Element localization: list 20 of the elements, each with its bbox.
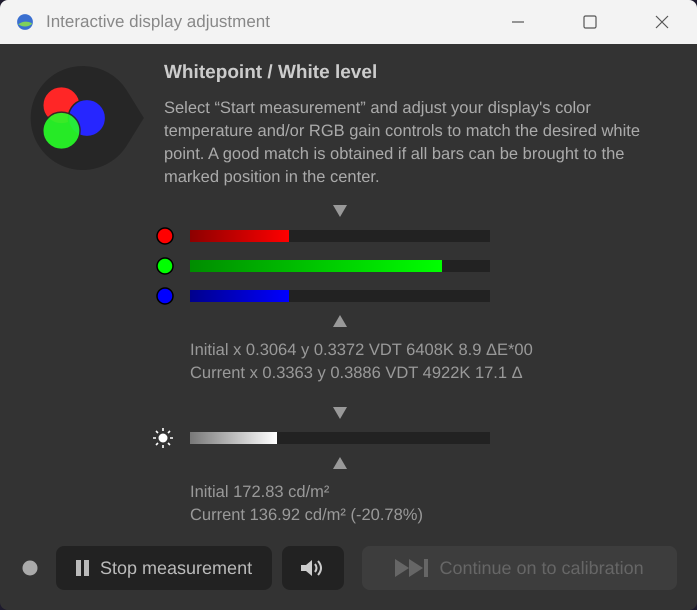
target-marker-icon — [333, 315, 347, 327]
close-icon[interactable] — [655, 15, 669, 29]
section-heading: Whitepoint / White level — [164, 62, 378, 84]
window-title: Interactive display adjustment — [46, 12, 271, 32]
maximize-icon[interactable] — [583, 15, 597, 29]
target-marker-icon — [333, 407, 347, 419]
skip-forward-icon — [395, 559, 430, 577]
target-marker-icon — [333, 205, 347, 217]
chromaticity-reading: Current x 0.3363 y 0.3886 VDT 4922K 17.1 Δ — [190, 363, 523, 384]
stop-measurement-button[interactable]: Stop measurement — [56, 546, 272, 590]
luminance-reading: Initial 172.83 cd/m² — [190, 482, 330, 503]
pause-icon — [76, 560, 90, 576]
status-dot-icon — [22, 560, 38, 576]
instructions-text: Select “Start measurement” and adjust your display's color temperature and/or RGB gain controls to match the desired white point. A good match is obtained if all bars can be brought to the marked position in the center. — [164, 98, 641, 188]
app-icon — [16, 13, 34, 31]
luminance-reading: Current 136.92 cd/m² (-20.78%) — [190, 505, 423, 526]
chromaticity-reading: Initial x 0.3064 y 0.3372 VDT 6408K 8.9 ΔE*00 — [190, 340, 533, 361]
sound-button[interactable] — [282, 546, 344, 590]
brightness-icon — [152, 427, 174, 449]
target-marker-icon — [333, 457, 347, 469]
